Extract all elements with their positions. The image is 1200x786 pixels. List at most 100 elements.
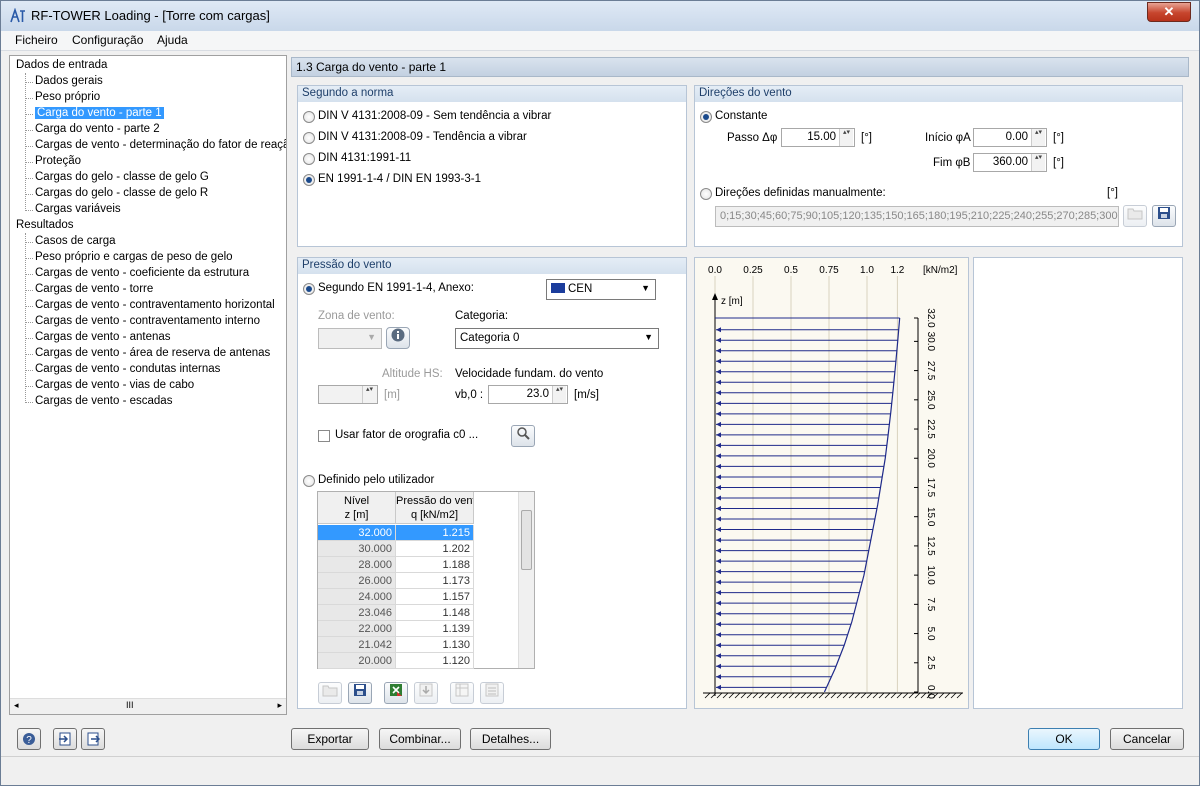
table-cell-z[interactable]: 20.000: [318, 653, 396, 669]
table-cell-z[interactable]: 21.042: [318, 637, 396, 653]
manual-label[interactable]: Direções definidas manualmente:: [715, 187, 886, 199]
scroll-right-icon[interactable]: ▸: [277, 700, 282, 711]
by-norm-label[interactable]: Segundo EN 1991-1-4, Anexo:: [318, 282, 474, 294]
scroll-left-icon[interactable]: ◂: [14, 700, 19, 711]
tree-item-results-4[interactable]: Cargas de vento - contraventamento horiz…: [35, 298, 275, 313]
table-cell-z[interactable]: 23.046: [318, 605, 396, 621]
tree-item-input-5[interactable]: Proteção: [35, 154, 81, 169]
tree-item-input-3[interactable]: Carga do vento - parte 2: [35, 122, 160, 137]
start-input[interactable]: 0.00: [973, 128, 1047, 147]
tree-item-results-0[interactable]: Casos de carga: [35, 234, 116, 249]
cancel-button[interactable]: Cancelar: [1110, 728, 1184, 750]
combine-button[interactable]: Combinar...: [379, 728, 461, 750]
save-directions-button[interactable]: [1152, 205, 1176, 227]
table-cell-q[interactable]: 1.130: [396, 637, 474, 653]
category-select[interactable]: Categoria 0 ▼: [455, 328, 659, 349]
vb-input[interactable]: 23.0: [488, 385, 568, 404]
table-cell-q[interactable]: 1.173: [396, 573, 474, 589]
norm-radio-1[interactable]: [303, 132, 315, 144]
tree-item-results-10[interactable]: Cargas de vento - escadas: [35, 394, 172, 409]
zone-select[interactable]: ▼: [318, 328, 382, 349]
table-cell-q[interactable]: 1.148: [396, 605, 474, 621]
tree-item-input-4[interactable]: Cargas de vento - determinação do fator …: [35, 138, 286, 153]
tree-connector: [25, 306, 33, 307]
menu-ajuda[interactable]: Ajuda: [157, 33, 188, 47]
orography-details-button[interactable]: [511, 425, 535, 447]
end-input[interactable]: 360.00: [973, 153, 1047, 172]
table-cell-z[interactable]: 26.000: [318, 573, 396, 589]
scroll-thumb[interactable]: [521, 510, 532, 570]
tree-connector: [25, 370, 33, 371]
excel-export-button[interactable]: [384, 682, 408, 704]
open-table-button[interactable]: [318, 682, 342, 704]
x-tick-label: 0.75: [819, 265, 839, 276]
norm-radio-3[interactable]: [303, 174, 315, 186]
export-data-button[interactable]: [81, 728, 105, 750]
step-input[interactable]: 15.00: [781, 128, 855, 147]
orography-checkbox[interactable]: [318, 430, 330, 442]
table-cell-z[interactable]: 22.000: [318, 621, 396, 637]
help-button[interactable]: ?: [17, 728, 41, 750]
tree-item-results-9[interactable]: Cargas de vento - vias de cabo: [35, 378, 194, 393]
tree-item-input-1[interactable]: Peso próprio: [35, 90, 100, 105]
altitude-input[interactable]: [318, 385, 378, 404]
orography-label[interactable]: Usar fator de orografia c0 ...: [335, 429, 478, 441]
user-defined-radio[interactable]: [303, 475, 315, 487]
table-vertical-scrollbar[interactable]: [518, 492, 534, 668]
table-view-button[interactable]: [450, 682, 474, 704]
tree-results-header[interactable]: Resultados: [16, 218, 74, 233]
tree-item-results-8[interactable]: Cargas de vento - condutas internas: [35, 362, 220, 377]
table-cell-z[interactable]: 30.000: [318, 541, 396, 557]
export-button[interactable]: Exportar: [291, 728, 369, 750]
tree-item-input-6[interactable]: Cargas do gelo - classe de gelo G: [35, 170, 209, 185]
tree-input-header[interactable]: Dados de entrada: [16, 58, 107, 73]
norm-radio-2[interactable]: [303, 153, 315, 165]
tree-item-results-2[interactable]: Cargas de vento - coeficiente da estrutu…: [35, 266, 249, 281]
ok-button[interactable]: OK: [1028, 728, 1100, 750]
tree-horizontal-scrollbar[interactable]: ◂ III ▸: [10, 698, 286, 714]
tree-item-results-5[interactable]: Cargas de vento - contraventamento inter…: [35, 314, 260, 329]
norm-radio-0[interactable]: [303, 111, 315, 123]
menu-ficheiro[interactable]: Ficheiro: [15, 33, 58, 47]
manual-radio[interactable]: [700, 188, 712, 200]
table-cell-z[interactable]: 28.000: [318, 557, 396, 573]
scroll-thumb-grip[interactable]: III: [126, 700, 134, 710]
table-cell-q[interactable]: 1.139: [396, 621, 474, 637]
import-data-button[interactable]: [53, 728, 77, 750]
info-button[interactable]: [386, 327, 410, 349]
chevron-down-icon: ▼: [644, 332, 653, 342]
constant-label[interactable]: Constante: [715, 110, 767, 122]
norm-option-2[interactable]: DIN 4131:1991-11: [318, 152, 411, 164]
table-cell-q[interactable]: 1.215: [396, 525, 474, 541]
manual-directions-input[interactable]: 0;15;30;45;60;75;90;105;120;135;150;165;…: [715, 206, 1119, 227]
tree-item-results-7[interactable]: Cargas de vento - área de reserva de ant…: [35, 346, 270, 361]
table-cell-q[interactable]: 1.120: [396, 653, 474, 669]
norm-option-0[interactable]: DIN V 4131:2008-09 - Sem tendência a vib…: [318, 110, 551, 122]
tree-item-results-6[interactable]: Cargas de vento - antenas: [35, 330, 171, 345]
tree-connector: [25, 98, 33, 99]
table-cell-q[interactable]: 1.157: [396, 589, 474, 605]
table-cell-q[interactable]: 1.188: [396, 557, 474, 573]
tree-item-input-0[interactable]: Dados gerais: [35, 74, 103, 89]
constant-radio[interactable]: [700, 111, 712, 123]
table-cell-z[interactable]: 32.000: [318, 525, 396, 541]
table-cell-z[interactable]: 24.000: [318, 589, 396, 605]
tree-item-results-3[interactable]: Cargas de vento - torre: [35, 282, 153, 297]
tree-item-input-8[interactable]: Cargas variáveis: [35, 202, 121, 217]
norm-option-3[interactable]: EN 1991-1-4 / DIN EN 1993-3-1: [318, 173, 481, 185]
open-folder-button[interactable]: [1123, 205, 1147, 227]
calculator-button[interactable]: [480, 682, 504, 704]
save-table-button[interactable]: [348, 682, 372, 704]
norm-option-1[interactable]: DIN V 4131:2008-09 - Tendência a vibrar: [318, 131, 527, 143]
tree-item-input-2[interactable]: Carga do vento - parte 1: [35, 106, 164, 121]
tree-item-results-1[interactable]: Peso próprio e cargas de peso de gelo: [35, 250, 233, 265]
menu-configuracao[interactable]: Configuração: [72, 33, 143, 47]
table-cell-q[interactable]: 1.202: [396, 541, 474, 557]
import-button[interactable]: [414, 682, 438, 704]
user-defined-label[interactable]: Definido pelo utilizador: [318, 474, 434, 486]
details-button[interactable]: Detalhes...: [470, 728, 551, 750]
by-norm-radio[interactable]: [303, 283, 315, 295]
annex-select[interactable]: CEN ▼: [546, 279, 656, 300]
close-button[interactable]: ✕: [1147, 2, 1191, 22]
tree-item-input-7[interactable]: Cargas do gelo - classe de gelo R: [35, 186, 208, 201]
